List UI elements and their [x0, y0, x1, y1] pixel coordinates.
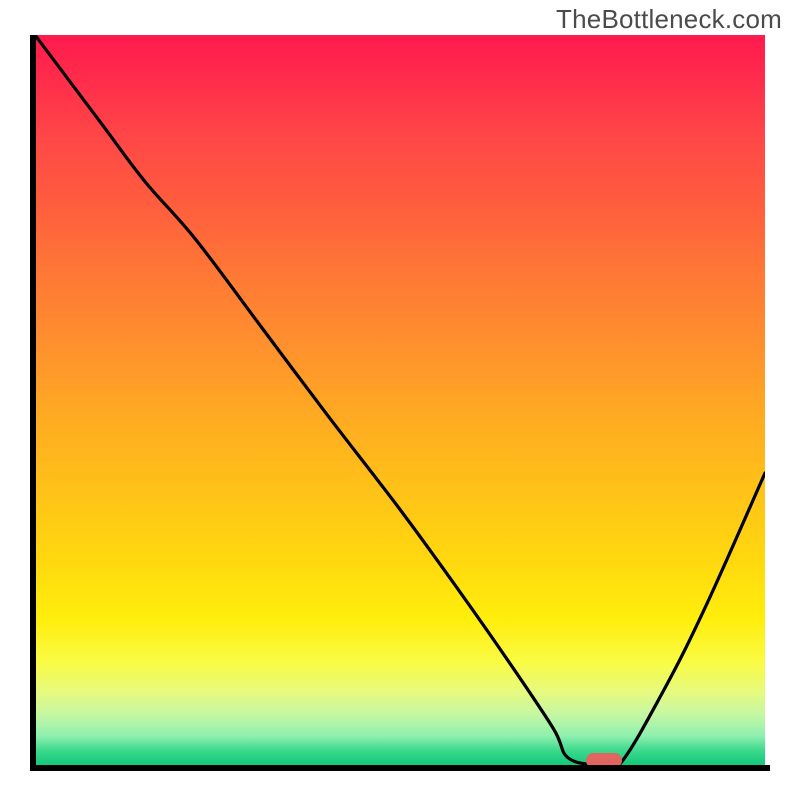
watermark-label: TheBottleneck.com	[556, 4, 782, 35]
x-axis	[30, 765, 770, 771]
bottleneck-curve	[35, 35, 765, 765]
y-axis	[30, 35, 36, 770]
plot-area	[35, 35, 765, 765]
chart-container: TheBottleneck.com	[0, 0, 800, 800]
